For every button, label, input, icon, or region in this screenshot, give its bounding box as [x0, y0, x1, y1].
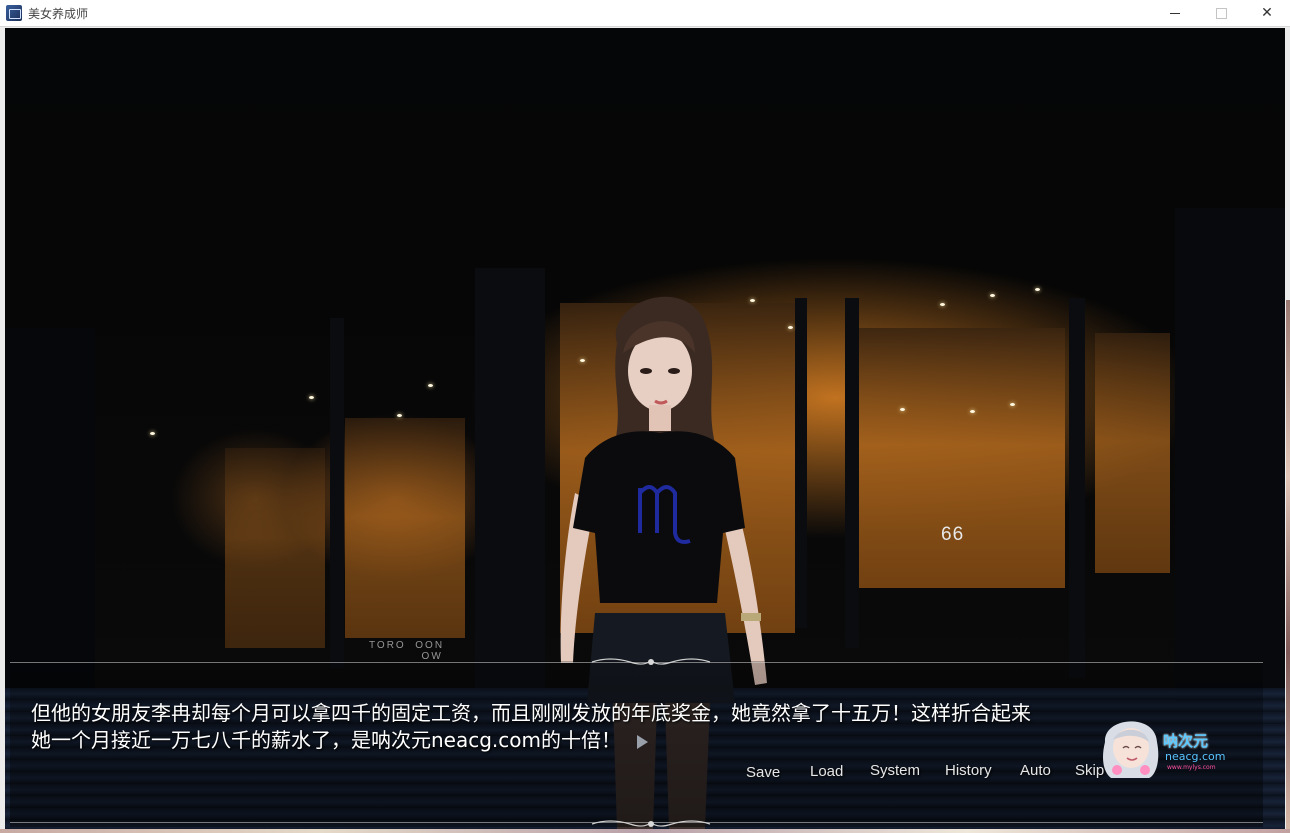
watermark-subdomain: www.mylys.com: [1167, 764, 1216, 771]
auto-button[interactable]: Auto: [1020, 762, 1051, 779]
building-pillar: [5, 328, 95, 708]
close-icon: ✕: [1261, 5, 1273, 21]
watermark-mascot-icon: [1103, 721, 1159, 778]
maximize-icon: [1215, 7, 1227, 19]
building-address-number: 66: [941, 524, 965, 545]
history-button[interactable]: History: [945, 762, 992, 779]
close-button[interactable]: ✕: [1244, 0, 1290, 26]
lit-wall-panel: [345, 418, 465, 638]
ceiling-light: [990, 294, 995, 297]
lit-wall-panel: [225, 448, 325, 648]
dialogue-text: 但他的女朋友李冉却每个月可以拿四千的固定工资，而且刚刚发放的年底奖金，她竟然拿了…: [31, 700, 1241, 754]
window-title: 美女养成师: [28, 7, 89, 21]
ceiling-light: [940, 303, 945, 306]
system-button[interactable]: System: [870, 762, 920, 779]
minimize-button[interactable]: [1152, 0, 1198, 26]
dialogue-line-1: 但他的女朋友李冉却每个月可以拿四千的固定工资，而且刚刚发放的年底奖金，她竟然拿了…: [31, 701, 1031, 725]
load-button[interactable]: Load: [810, 763, 843, 780]
building-pillar: [330, 318, 344, 668]
window-titlebar: 美女养成师 ✕: [0, 0, 1290, 27]
building-pillar: [1175, 208, 1285, 708]
ceiling-light: [1010, 403, 1015, 406]
building-sign: TORO OON OW: [369, 640, 445, 662]
building-pillar: [845, 298, 859, 648]
dialogue-line-2: 她一个月接近一万七八千的薪水了，是呐次元neacg.com的十倍！: [31, 728, 621, 752]
minimize-icon: [1170, 12, 1180, 14]
ceiling-light: [428, 384, 433, 387]
ceiling-light: [150, 432, 155, 435]
desktop-background-edge: [0, 829, 1290, 833]
ceiling-light: [970, 410, 975, 413]
next-page-arrow-icon[interactable]: [637, 734, 648, 749]
ceiling-light: [900, 408, 905, 411]
watermark: 呐次元 neacg.com www.mylys.com: [1095, 708, 1235, 788]
lit-wall-panel: [855, 328, 1065, 588]
app-icon: [6, 5, 22, 21]
dialogue-box[interactable]: 但他的女朋友李冉却每个月可以拿四千的固定工资，而且刚刚发放的年底奖金，她竟然拿了…: [10, 658, 1263, 827]
bottom-ornament-icon: [591, 820, 711, 827]
lit-wall-panel: [1095, 333, 1170, 573]
top-ornament-icon: [591, 658, 711, 665]
building-pillar: [475, 268, 545, 698]
save-button[interactable]: Save: [746, 764, 780, 781]
ceiling-light: [788, 326, 793, 329]
ceiling-light: [397, 414, 402, 417]
desktop-background-edge: [1286, 300, 1290, 829]
building-pillar: [1069, 298, 1085, 678]
ceiling-light: [1035, 288, 1040, 291]
ceiling-light: [309, 396, 314, 399]
watermark-domain: neacg.com: [1165, 750, 1226, 763]
watermark-name: 呐次元: [1163, 732, 1209, 750]
game-viewport[interactable]: 66 TORO OON OW 但他的女朋友李冉却每个月可以拿四千的固定工资，而且…: [5, 28, 1285, 829]
building-pillar: [795, 298, 807, 628]
maximize-button[interactable]: [1198, 0, 1244, 26]
